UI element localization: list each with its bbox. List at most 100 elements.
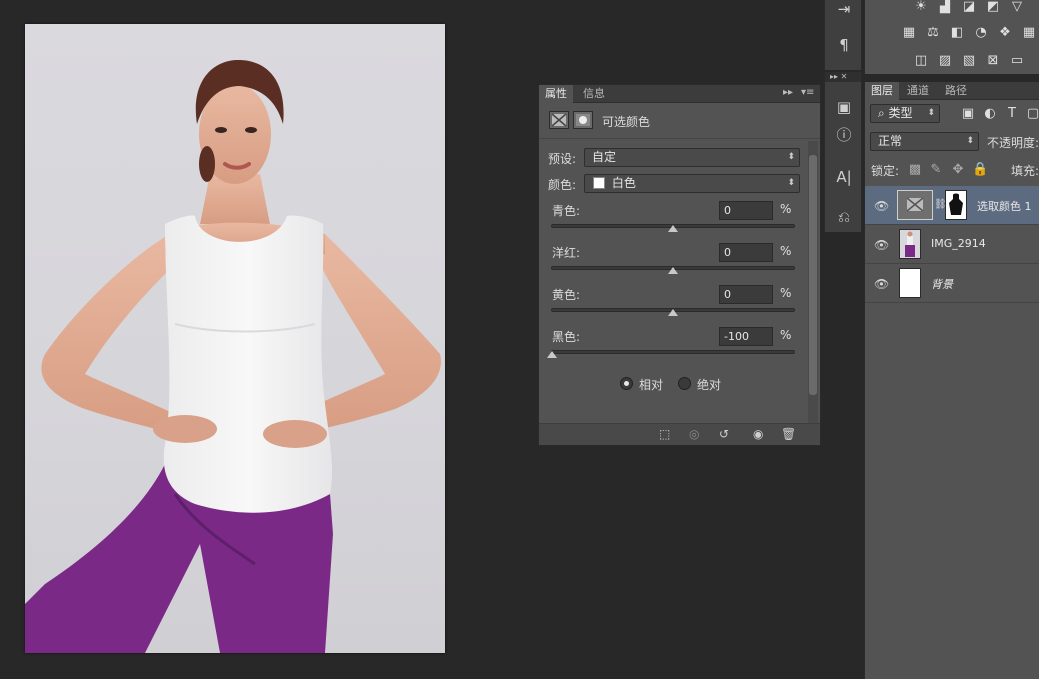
history-icon[interactable]: ⎌	[831, 206, 857, 228]
info-icon[interactable]: ⓘ	[831, 124, 857, 146]
dock-strip-bottom: ▸▸ ✕ ▣ ⓘ A| ⎌	[824, 72, 862, 232]
reset-icon[interactable]: ↺	[719, 427, 729, 441]
preset-select[interactable]: 自定 ⬍	[584, 148, 800, 167]
yellow-label: 黄色:	[552, 288, 581, 302]
mask-thumbnail[interactable]	[945, 190, 967, 220]
color-balance-icon[interactable]: ⚖	[925, 26, 941, 40]
cyan-slider-thumb[interactable]	[668, 225, 678, 232]
channel-mixer-icon[interactable]: ❖	[997, 26, 1013, 40]
layer-row-image[interactable]: 👁 IMG_2914	[865, 225, 1039, 264]
trash-icon[interactable]: 🗑	[781, 427, 796, 441]
properties-footer: ⬚ ◎ ↺ ◉ 🗑	[539, 423, 820, 445]
opacity-label: 不透明度:	[987, 136, 1039, 150]
eye-icon[interactable]: ◉	[753, 427, 763, 441]
black-white-icon[interactable]: ◧	[949, 26, 965, 40]
eye-icon[interactable]: 👁	[874, 277, 889, 291]
dock-strip-top: ⇥ ¶	[824, 0, 862, 70]
properties-toggle-icon[interactable]: ▣	[831, 96, 857, 118]
chevron-updown-icon: ⬍	[966, 136, 974, 146]
magenta-input[interactable]: 0	[719, 243, 773, 262]
lock-pixels-icon[interactable]: ✎	[928, 163, 944, 177]
tab-properties[interactable]: 属性	[539, 85, 573, 103]
absolute-radio[interactable]	[678, 377, 691, 390]
properties-tabbar: 属性 信息 ▸▸ ▾≡	[539, 85, 820, 103]
hue-saturation-icon[interactable]: ▦	[901, 26, 917, 40]
tab-layers[interactable]: 图层	[865, 82, 899, 100]
magenta-slider-thumb[interactable]	[668, 267, 678, 274]
layer-row-background[interactable]: 👁 背景	[865, 264, 1039, 303]
tab-info[interactable]: 信息	[577, 85, 611, 103]
layers-panel: 图层 通道 路径 ⌕ 类型 ⬍ ▣ ◐ T ▢ 正常 ⬍ 不透明度: 锁定: ▩…	[864, 82, 1039, 679]
layer-row-selective-color[interactable]: 👁 ⛓ 选取颜色 1	[865, 186, 1039, 225]
exposure-icon[interactable]: ◩	[985, 0, 1001, 14]
relative-radio[interactable]	[620, 377, 633, 390]
black-label: 黑色:	[552, 330, 581, 344]
layer-name: IMG_2914	[931, 237, 986, 250]
collapse-icon[interactable]: ▸▸	[783, 87, 793, 98]
colors-select[interactable]: 白色 ⬍	[584, 174, 800, 193]
dock-header[interactable]: ▸▸ ✕	[825, 72, 861, 82]
cyan-unit: %	[780, 202, 792, 216]
colors-label: 颜色:	[548, 178, 577, 192]
blend-mode-select[interactable]: 正常 ⬍	[870, 132, 979, 151]
adjustments-panel: ☀ ▟ ◪ ◩ ▽ ▦ ⚖ ◧ ◔ ❖ ▦ ◫ ▨ ▧ ⊠ ▭	[864, 0, 1039, 74]
properties-scrollbar[interactable]	[808, 141, 818, 423]
lock-position-icon[interactable]: ✥	[950, 163, 966, 177]
relative-label: 相对	[639, 378, 664, 392]
black-slider-thumb[interactable]	[547, 351, 557, 358]
chevron-updown-icon: ⬍	[787, 152, 795, 162]
filter-type-icon[interactable]: T	[1004, 107, 1020, 121]
black-slider[interactable]	[551, 350, 795, 354]
posterize-icon[interactable]: ▨	[937, 54, 953, 68]
gradient-map-icon[interactable]: ▭	[1009, 54, 1025, 68]
properties-header: 可选颜色	[539, 103, 820, 139]
filter-pixel-icon[interactable]: ▣	[960, 107, 976, 121]
character-icon[interactable]: A|	[831, 166, 857, 188]
color-lookup-icon[interactable]: ▦	[1021, 26, 1037, 40]
clip-to-layer-icon[interactable]: ⬚	[659, 427, 670, 441]
adjustment-thumbnail	[897, 190, 933, 220]
color-swatch	[593, 177, 605, 189]
threshold-icon[interactable]: ▧	[961, 54, 977, 68]
paragraph-icon[interactable]: ¶	[831, 34, 857, 56]
properties-scrollbar-thumb[interactable]	[809, 155, 817, 395]
yellow-slider-thumb[interactable]	[668, 309, 678, 316]
panel-menu-icon[interactable]: ▾≡	[801, 87, 814, 98]
selective-color-icon[interactable]: ⊠	[985, 54, 1001, 68]
black-unit: %	[780, 328, 792, 342]
vibrance-icon[interactable]: ▽	[1009, 0, 1025, 14]
layer-filter-value: 类型	[888, 106, 913, 120]
image-thumbnail	[899, 229, 921, 259]
colors-value: 白色	[611, 176, 636, 190]
brightness-icon[interactable]: ☀	[913, 0, 929, 14]
yellow-input[interactable]: 0	[719, 285, 773, 304]
chevron-updown-icon: ⬍	[787, 178, 795, 188]
layer-name: 背景	[931, 278, 953, 291]
photo-filter-icon[interactable]: ◔	[973, 26, 989, 40]
lock-all-icon[interactable]: 🔒	[972, 163, 988, 177]
mask-icon[interactable]	[573, 111, 593, 129]
magenta-unit: %	[780, 244, 792, 258]
brush-preset-icon[interactable]: ⇥	[831, 0, 857, 20]
filter-shape-icon[interactable]: ▢	[1025, 107, 1039, 121]
lock-transparent-icon[interactable]: ▩	[907, 163, 923, 177]
eye-icon[interactable]: 👁	[874, 238, 889, 252]
eye-icon[interactable]: 👁	[874, 199, 889, 213]
background-thumbnail	[899, 268, 921, 298]
preset-label: 预设:	[548, 152, 577, 166]
layer-filter-select[interactable]: ⌕ 类型 ⬍	[870, 104, 940, 123]
invert-icon[interactable]: ◫	[913, 54, 929, 68]
view-previous-icon[interactable]: ◎	[689, 427, 699, 441]
levels-icon[interactable]: ▟	[937, 0, 953, 14]
filter-adjustment-icon[interactable]: ◐	[982, 107, 998, 121]
curves-icon[interactable]: ◪	[961, 0, 977, 14]
properties-panel: 属性 信息 ▸▸ ▾≡ 可选颜色 预设: 自定 ⬍ 颜色: 白色 ⬍ 青色: 0…	[538, 84, 821, 446]
search-icon: ⌕	[878, 106, 889, 120]
preset-value: 自定	[592, 150, 617, 164]
tab-paths[interactable]: 路径	[939, 82, 973, 100]
model-photo	[25, 24, 445, 653]
fill-label: 填充:	[1011, 164, 1039, 178]
cyan-input[interactable]: 0	[719, 201, 773, 220]
black-input[interactable]: -100	[719, 327, 773, 346]
tab-channels[interactable]: 通道	[901, 82, 935, 100]
